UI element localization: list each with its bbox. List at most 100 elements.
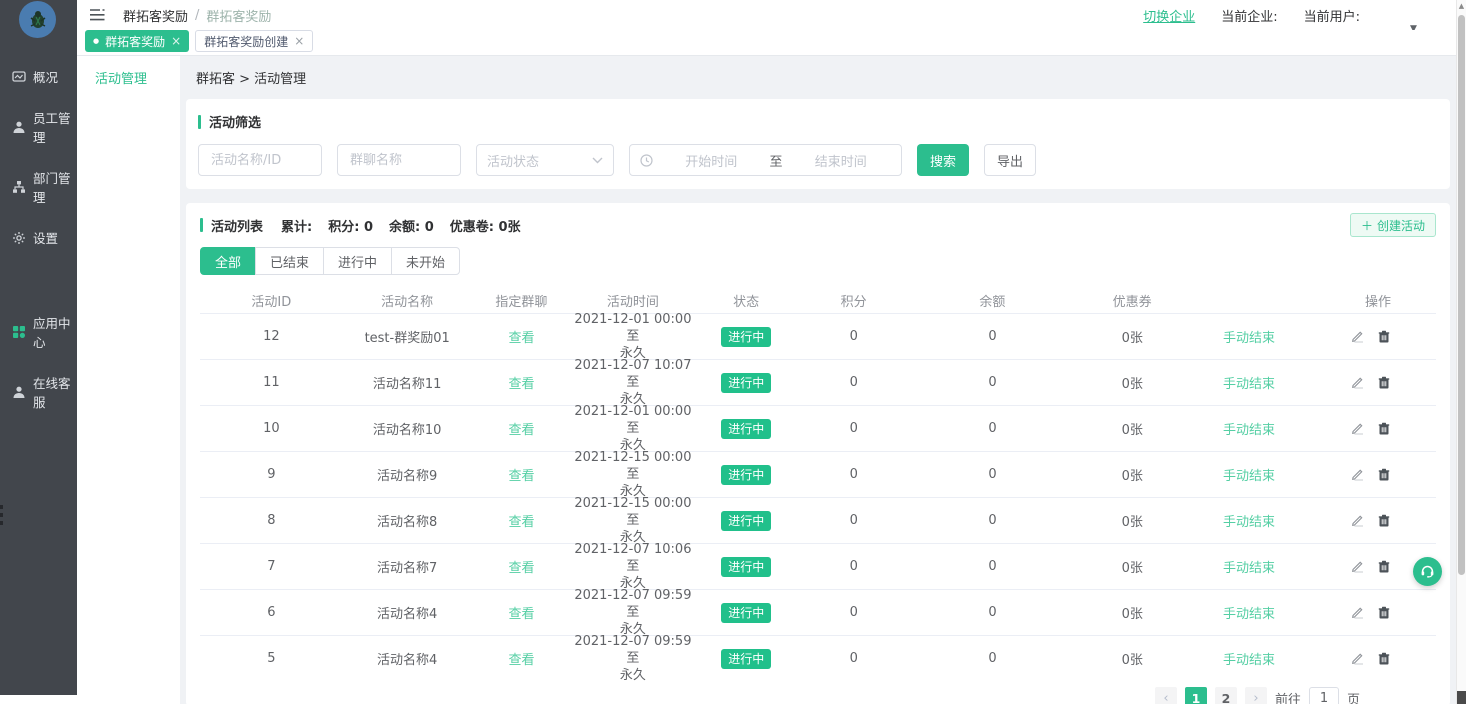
page-button-2[interactable]: 2 bbox=[1215, 687, 1237, 704]
edit-icon[interactable] bbox=[1351, 652, 1364, 665]
prev-page-button[interactable]: ‹ bbox=[1155, 687, 1177, 704]
cell-coupons: 0张 bbox=[1076, 327, 1189, 346]
sidebar-item-app-center[interactable]: 应用中心 bbox=[0, 302, 77, 362]
gear-icon bbox=[12, 231, 26, 245]
app-root: 概况 员工管理 部门管理 bbox=[0, 0, 1466, 704]
manual-end-link[interactable]: 手动结束 bbox=[1223, 557, 1275, 576]
delete-icon[interactable] bbox=[1378, 330, 1390, 343]
date-range-picker[interactable]: 开始时间 至 结束时间 bbox=[629, 144, 902, 176]
scrollbar-thumb[interactable] bbox=[1458, 15, 1465, 575]
export-button[interactable]: 导出 bbox=[984, 144, 1036, 176]
company-logo-avatar[interactable] bbox=[19, 1, 56, 38]
tab-group-reward-create[interactable]: 群拓客奖励创建 × bbox=[195, 30, 313, 52]
cell-activity-id: 5 bbox=[200, 651, 343, 666]
cell-activity-name: 活动名称4 bbox=[343, 649, 472, 668]
close-icon[interactable]: × bbox=[171, 35, 181, 47]
status-tab-not-started[interactable]: 未开始 bbox=[391, 247, 460, 275]
secondary-sidebar: 活动管理 bbox=[77, 56, 180, 704]
collapse-menu-icon[interactable] bbox=[90, 9, 105, 21]
goto-page-input[interactable] bbox=[1309, 687, 1339, 704]
page-button-1[interactable]: 1 bbox=[1185, 687, 1207, 704]
edit-icon[interactable] bbox=[1351, 468, 1364, 481]
cell-activity-id: 7 bbox=[200, 559, 343, 574]
customer-service-float-button[interactable] bbox=[1413, 557, 1442, 586]
view-group-link[interactable]: 查看 bbox=[509, 653, 535, 668]
activity-status-select[interactable]: 活动状态 bbox=[476, 144, 614, 176]
sidebar-item-staff[interactable]: 员工管理 bbox=[0, 97, 77, 157]
cell-coupons: 0张 bbox=[1076, 511, 1189, 530]
cell-points: 0 bbox=[798, 651, 909, 666]
list-header: 活动列表 累计: 积分: 0 余额: 0 优惠卷: 0张 ＋ 创建活动 bbox=[200, 213, 1436, 237]
manual-end-link[interactable]: 手动结束 bbox=[1223, 603, 1275, 622]
manual-end-link[interactable]: 手动结束 bbox=[1223, 373, 1275, 392]
status-tab-ongoing[interactable]: 进行中 bbox=[323, 247, 392, 275]
close-icon[interactable]: × bbox=[294, 35, 304, 47]
submenu-item-activity-management[interactable]: 活动管理 bbox=[77, 56, 180, 87]
col-points: 积分 bbox=[798, 291, 909, 310]
page-scrollbar[interactable]: ▲ bbox=[1456, 0, 1466, 704]
delete-icon[interactable] bbox=[1378, 376, 1390, 389]
breadcrumb-separator: / bbox=[195, 8, 199, 23]
view-group-link[interactable]: 查看 bbox=[509, 469, 535, 484]
create-activity-button[interactable]: ＋ 创建活动 bbox=[1350, 213, 1436, 237]
delete-icon[interactable] bbox=[1378, 422, 1390, 435]
edit-icon[interactable] bbox=[1351, 606, 1364, 619]
cell-coupons: 0张 bbox=[1076, 465, 1189, 484]
sidebar-item-label: 部门管理 bbox=[33, 168, 73, 206]
section-accent-bar bbox=[198, 115, 201, 129]
view-group-link[interactable]: 查看 bbox=[509, 423, 535, 438]
page-breadcrumb: 群拓客 > 活动管理 bbox=[196, 68, 1450, 87]
chevron-down-icon bbox=[592, 157, 603, 164]
status-tab-ended[interactable]: 已结束 bbox=[255, 247, 324, 275]
edit-icon[interactable] bbox=[1351, 330, 1364, 343]
manual-end-link[interactable]: 手动结束 bbox=[1223, 327, 1275, 346]
view-group-link[interactable]: 查看 bbox=[509, 607, 535, 622]
status-badge: 进行中 bbox=[721, 603, 771, 623]
edit-icon[interactable] bbox=[1351, 560, 1364, 573]
section-accent-bar bbox=[200, 218, 203, 232]
table-row: 11 活动名称11 查看 2021-12-07 10:07 至 永久 进行中 0… bbox=[200, 359, 1436, 405]
service-person-icon bbox=[12, 385, 26, 399]
group-name-input[interactable] bbox=[337, 144, 461, 176]
scroll-up-icon[interactable]: ▲ bbox=[1457, 2, 1466, 10]
switch-company-link[interactable]: 切换企业 bbox=[1143, 6, 1195, 25]
sidebar-item-online-service[interactable]: 在线客服 bbox=[0, 362, 77, 422]
view-group-link[interactable]: 查看 bbox=[509, 331, 535, 346]
delete-icon[interactable] bbox=[1378, 468, 1390, 481]
delete-icon[interactable] bbox=[1378, 560, 1390, 573]
cell-activity-time: 2021-12-01 00:00 至 永久 bbox=[571, 403, 694, 454]
sidebar-item-overview[interactable]: 概况 bbox=[0, 56, 77, 97]
search-button[interactable]: 搜索 bbox=[917, 144, 969, 176]
cell-points: 0 bbox=[798, 513, 909, 528]
delete-icon[interactable] bbox=[1378, 514, 1390, 527]
status-tab-all[interactable]: 全部 bbox=[200, 247, 256, 275]
manual-end-link[interactable]: 手动结束 bbox=[1223, 511, 1275, 530]
manual-end-link[interactable]: 手动结束 bbox=[1223, 419, 1275, 438]
plus-icon: ＋ bbox=[1361, 217, 1373, 234]
manual-end-link[interactable]: 手动结束 bbox=[1223, 465, 1275, 484]
sidebar-item-department[interactable]: 部门管理 bbox=[0, 157, 77, 217]
table-row: 8 活动名称8 查看 2021-12-15 00:00 至 永久 进行中 0 0… bbox=[200, 497, 1436, 543]
activity-name-input[interactable] bbox=[198, 144, 322, 176]
delete-icon[interactable] bbox=[1378, 652, 1390, 665]
view-group-link[interactable]: 查看 bbox=[509, 377, 535, 392]
manual-end-link[interactable]: 手动结束 bbox=[1223, 649, 1275, 668]
table-row: 7 活动名称7 查看 2021-12-07 10:06 至 永久 进行中 0 0… bbox=[200, 543, 1436, 589]
view-group-link[interactable]: 查看 bbox=[509, 561, 535, 576]
edit-icon[interactable] bbox=[1351, 422, 1364, 435]
edit-icon[interactable] bbox=[1351, 514, 1364, 527]
view-group-link[interactable]: 查看 bbox=[509, 515, 535, 530]
topbar: 群拓客奖励 / 群拓客奖励 切换企业 当前企业: 当前用户: bbox=[77, 0, 1456, 30]
delete-icon[interactable] bbox=[1378, 606, 1390, 619]
cell-coupons: 0张 bbox=[1076, 419, 1189, 438]
tab-group-reward[interactable]: ● 群拓客奖励 × bbox=[85, 30, 189, 52]
window-tabbar: ● 群拓客奖励 × 群拓客奖励创建 × bbox=[77, 30, 1456, 56]
next-page-button[interactable]: › bbox=[1245, 687, 1267, 704]
sidebar-item-settings[interactable]: 设置 bbox=[0, 217, 77, 258]
activity-table: 活动ID 活动名称 指定群聊 活动时间 状态 积分 余额 优惠券 操作 12 t… bbox=[200, 287, 1436, 681]
cell-actions: 手动结束 bbox=[1189, 511, 1436, 530]
cell-activity-time: 2021-12-07 10:06 至 永久 bbox=[571, 541, 694, 592]
edit-icon[interactable] bbox=[1351, 376, 1364, 389]
breadcrumb-app[interactable]: 群拓客奖励 bbox=[123, 6, 188, 25]
tab-label: 群拓客奖励创建 bbox=[204, 33, 288, 50]
